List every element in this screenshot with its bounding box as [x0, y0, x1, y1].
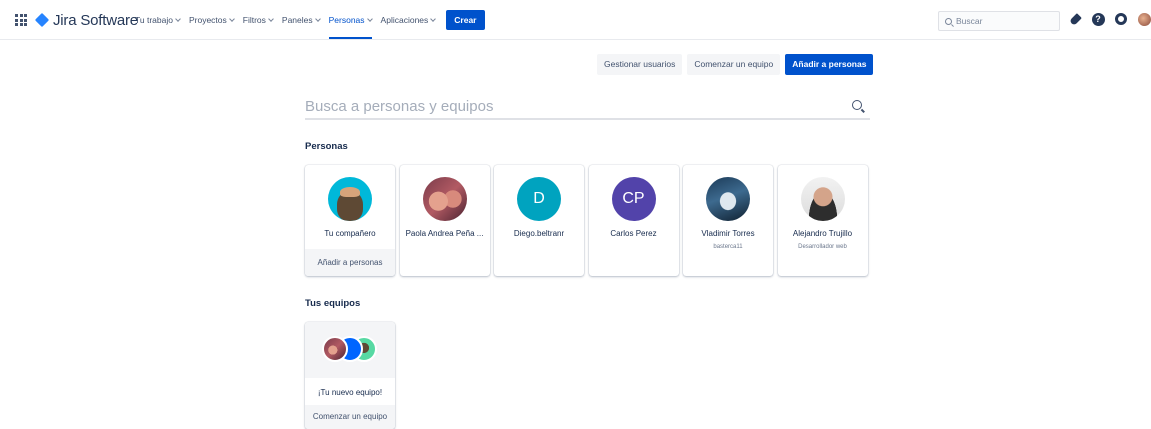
people-actions: Gestionar usuarios Comenzar un equipo Añ…: [597, 54, 874, 75]
start-team-button[interactable]: Comenzar un equipo: [687, 54, 781, 75]
nav-tu-trabajo[interactable]: Tu trabajo: [135, 0, 181, 40]
chevron-down-icon: [366, 16, 373, 22]
global-search-placeholder: Buscar: [956, 16, 983, 26]
settings-gear-icon[interactable]: [1114, 12, 1128, 26]
person-card[interactable]: Alejandro Trujillo Desarrollador web: [777, 165, 868, 276]
person-card-companion[interactable]: Tu compañero Añadir a personas: [305, 165, 395, 276]
top-right-icons: ?: [1068, 12, 1151, 26]
jira-logo-icon: [34, 12, 50, 28]
person-name: Diego.beltranr: [513, 229, 565, 238]
person-subtitle: Desarrollador web: [798, 244, 847, 250]
add-people-card-button[interactable]: Añadir a personas: [305, 249, 395, 276]
chevron-down-icon: [268, 16, 274, 22]
people-list: Tu compañero Añadir a personas Paola And…: [305, 165, 868, 276]
chevron-down-icon: [314, 16, 321, 22]
create-button[interactable]: Crear: [446, 10, 485, 30]
team-avatar-stack: [322, 334, 382, 364]
team-name: ¡Tu nuevo equipo!: [317, 388, 383, 397]
add-people-button[interactable]: Añadir a personas: [785, 54, 874, 75]
global-search-input[interactable]: Buscar: [938, 11, 1060, 31]
person-name: Tu compañero: [324, 229, 376, 238]
avatar: [322, 336, 348, 362]
person-name: Vladimir Torres: [701, 229, 755, 238]
avatar: [706, 177, 750, 221]
person-card[interactable]: Vladimir Torres basterca11: [683, 165, 773, 276]
person-card[interactable]: Paola Andrea Peña ...: [399, 165, 490, 276]
main-nav: Tu trabajo Proyectos Filtros Paneles Per…: [135, 0, 485, 40]
person-name: Alejandro Trujillo: [792, 229, 853, 238]
person-card[interactable]: CP Carlos Perez: [588, 165, 679, 276]
people-search-input[interactable]: Busca a personas y equipos: [305, 93, 870, 120]
search-icon: [945, 17, 952, 25]
person-subtitle: basterca11: [713, 244, 743, 250]
help-icon[interactable]: ?: [1091, 12, 1105, 26]
people-section-title: Personas: [305, 141, 348, 152]
rocket-icon[interactable]: [1068, 12, 1082, 26]
chevron-down-icon: [430, 16, 437, 22]
avatar: [328, 177, 372, 221]
user-avatar[interactable]: [1137, 12, 1151, 26]
app-switcher-icon[interactable]: [15, 14, 27, 26]
product-name: Jira Software: [53, 11, 138, 29]
chevron-down-icon: [228, 16, 235, 22]
start-team-card-button[interactable]: Comenzar un equipo: [305, 405, 395, 429]
person-card[interactable]: D Diego.beltranr: [494, 165, 584, 276]
team-card[interactable]: ¡Tu nuevo equipo! Comenzar un equipo: [305, 322, 395, 429]
search-icon[interactable]: [852, 100, 862, 110]
nav-personas[interactable]: Personas: [328, 0, 373, 40]
nav-paneles[interactable]: Paneles: [282, 0, 321, 40]
avatar: [422, 177, 467, 221]
avatar: CP: [611, 177, 656, 221]
person-name: Paola Andrea Peña ...: [405, 229, 484, 238]
nav-proyectos[interactable]: Proyectos: [189, 0, 235, 40]
people-search-placeholder: Busca a personas y equipos: [305, 98, 494, 115]
nav-filtros[interactable]: Filtros: [243, 0, 274, 40]
team-card-header: [305, 322, 395, 378]
nav-aplicaciones[interactable]: Aplicaciones: [381, 0, 437, 40]
avatar: D: [517, 177, 561, 221]
avatar: [800, 177, 845, 221]
chevron-down-icon: [175, 16, 181, 22]
person-name: Carlos Perez: [610, 229, 657, 238]
top-navigation-bar: Jira Software Tu trabajo Proyectos Filtr…: [0, 0, 1151, 40]
teams-section-title: Tus equipos: [305, 298, 361, 309]
jira-logo[interactable]: Jira Software: [34, 11, 138, 29]
manage-users-button[interactable]: Gestionar usuarios: [597, 54, 683, 75]
